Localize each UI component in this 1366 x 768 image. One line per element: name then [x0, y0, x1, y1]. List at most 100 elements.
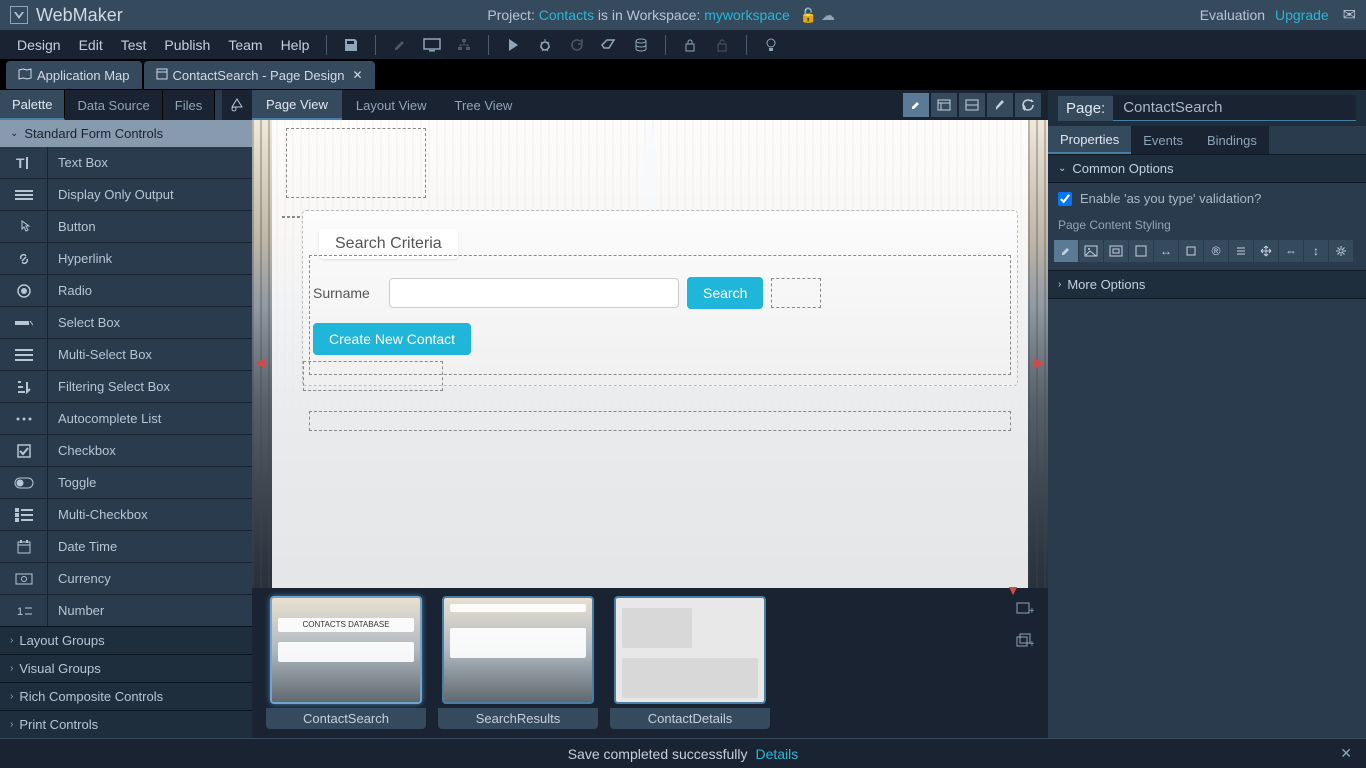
validation-checkbox[interactable] [1058, 192, 1072, 206]
page-name-field[interactable]: ContactSearch [1113, 95, 1356, 121]
project-prefix: Project: [487, 7, 538, 23]
tab-datasource[interactable]: Data Source [65, 90, 162, 120]
collapse-right-icon[interactable]: ▶ [1034, 354, 1045, 371]
section-common-options[interactable]: ⌄ Common Options [1048, 154, 1366, 183]
refresh-icon[interactable] [1015, 93, 1041, 117]
upgrade-link[interactable]: Upgrade [1275, 7, 1329, 23]
thumb-searchresults[interactable]: SearchResults [438, 596, 598, 729]
tab-properties[interactable]: Properties [1048, 126, 1131, 154]
palette-item-currency[interactable]: Currency [0, 563, 252, 595]
tab-page-design[interactable]: ContactSearch - Page Design ✕ [144, 61, 375, 89]
thumb-contactdetails[interactable]: ContactDetails [610, 596, 770, 729]
menu-publish[interactable]: Publish [155, 37, 219, 53]
save-icon[interactable] [341, 35, 361, 55]
style-padding-icon[interactable] [1104, 240, 1128, 262]
add-page-icon[interactable]: + [1016, 602, 1034, 621]
menu-test[interactable]: Test [112, 37, 156, 53]
style-image-icon[interactable] [1079, 240, 1103, 262]
tab-tree-view[interactable]: Tree View [441, 90, 527, 120]
lock-closed-icon[interactable] [680, 35, 700, 55]
palette-item-button[interactable]: Button [0, 211, 252, 243]
tab-events[interactable]: Events [1131, 126, 1195, 154]
collapse-left-icon[interactable]: ◀ [255, 354, 266, 371]
palette-item-filterselect[interactable]: Filtering Select Box [0, 371, 252, 403]
brush-icon[interactable] [987, 93, 1013, 117]
workspace-name-link[interactable]: myworkspace [704, 7, 790, 23]
edit-mode-icon[interactable] [903, 93, 929, 117]
unlock-icon[interactable]: 🔓 [800, 7, 817, 23]
title-bar: WebMaker Project: Contacts is in Workspa… [0, 0, 1366, 30]
tab-files[interactable]: Files [163, 90, 215, 120]
style-gear-icon[interactable] [1329, 240, 1353, 262]
palette-item-checkbox[interactable]: Checkbox [0, 435, 252, 467]
item-label: Multi-Checkbox [48, 507, 148, 522]
design-canvas[interactable]: Search Criteria Surname Search Create Ne… [252, 120, 1048, 588]
palette-section-standard[interactable]: ⌄ Standard Form Controls [0, 120, 252, 147]
section-print-controls[interactable]: ›Print Controls [0, 710, 252, 738]
form-mode-icon[interactable] [931, 93, 957, 117]
database-icon[interactable] [631, 35, 651, 55]
tab-layout-view[interactable]: Layout View [342, 90, 441, 120]
tab-page-view[interactable]: Page View [252, 90, 342, 120]
chevron-right-icon: › [10, 663, 13, 674]
status-close-icon[interactable]: ✕ [1340, 745, 1352, 762]
menu-help[interactable]: Help [272, 37, 319, 53]
inner-group-outline [309, 255, 1011, 375]
search-palette-icon[interactable] [222, 90, 252, 120]
style-move-icon[interactable] [1254, 240, 1278, 262]
status-details-link[interactable]: Details [755, 746, 798, 762]
palette-item-multiselect[interactable]: Multi-Select Box [0, 339, 252, 371]
lightbulb-icon[interactable] [761, 35, 781, 55]
style-registered-icon[interactable]: ® [1204, 240, 1228, 262]
palette-item-datetime[interactable]: Date Time [0, 531, 252, 563]
palette-item-hyperlink[interactable]: Hyperlink [0, 243, 252, 275]
palette-item-radio[interactable]: Radio [0, 275, 252, 307]
style-width-icon[interactable]: ↔ [1154, 240, 1178, 262]
placeholder-region[interactable] [303, 361, 443, 391]
collapse-down-icon[interactable]: ▼ [1006, 582, 1020, 598]
menu-team[interactable]: Team [219, 37, 271, 53]
palette-item-toggle[interactable]: Toggle [0, 467, 252, 499]
tab-bindings[interactable]: Bindings [1195, 126, 1269, 154]
style-height-icon[interactable]: ↕ [1304, 240, 1328, 262]
palette-item-textbox[interactable]: TText Box [0, 147, 252, 179]
mail-icon[interactable]: ✉ [1343, 7, 1356, 24]
play-icon[interactable] [503, 35, 523, 55]
debug-icon[interactable] [535, 35, 555, 55]
palette-item-display[interactable]: Display Only Output [0, 179, 252, 211]
thumb-contactsearch[interactable]: CONTACTS DATABASE ContactSearch [266, 596, 426, 729]
section-layout-groups[interactable]: ›Layout Groups [0, 626, 252, 654]
style-pencil-icon[interactable] [1054, 240, 1078, 262]
style-harrows-icon[interactable]: ⇔ [1279, 240, 1303, 262]
style-box-icon[interactable] [1179, 240, 1203, 262]
project-name-link[interactable]: Contacts [539, 7, 594, 23]
menu-edit[interactable]: Edit [70, 37, 112, 53]
palette-item-number[interactable]: 1Number [0, 595, 252, 626]
split-mode-icon[interactable] [959, 93, 985, 117]
section-visual-groups[interactable]: ›Visual Groups [0, 654, 252, 682]
menu-design[interactable]: Design [8, 37, 70, 53]
close-icon[interactable]: ✕ [352, 68, 362, 82]
cloud-icon[interactable]: ☁ [821, 7, 835, 23]
placeholder-region[interactable] [286, 128, 426, 198]
page-surface[interactable]: Search Criteria Surname Search Create Ne… [272, 120, 1028, 588]
duplicate-page-icon[interactable]: + [1016, 633, 1034, 654]
erase-icon[interactable] [599, 35, 619, 55]
tab-application-map[interactable]: Application Map [6, 61, 142, 89]
style-border-icon[interactable] [1129, 240, 1153, 262]
section-rich-controls[interactable]: ›Rich Composite Controls [0, 682, 252, 710]
section-more-options[interactable]: › More Options [1048, 270, 1366, 299]
palette-item-multicheck[interactable]: Multi-Checkbox [0, 499, 252, 531]
item-label: Hyperlink [48, 251, 112, 266]
preview-icon[interactable] [422, 35, 442, 55]
palette-item-autocomplete[interactable]: Autocomplete List [0, 403, 252, 435]
workspace-prefix: is in Workspace: [594, 7, 704, 23]
placeholder-row[interactable] [309, 411, 1011, 431]
page-thumbnails: CONTACTS DATABASE ContactSearch SearchRe… [252, 588, 1048, 738]
palette-item-select[interactable]: Select Box [0, 307, 252, 339]
tab-palette[interactable]: Palette [0, 90, 65, 120]
search-criteria-group[interactable]: Search Criteria Surname Search Create Ne… [302, 210, 1018, 386]
style-align-icon[interactable] [1229, 240, 1253, 262]
toggle-icon [0, 467, 48, 498]
item-label: Select Box [48, 315, 120, 330]
